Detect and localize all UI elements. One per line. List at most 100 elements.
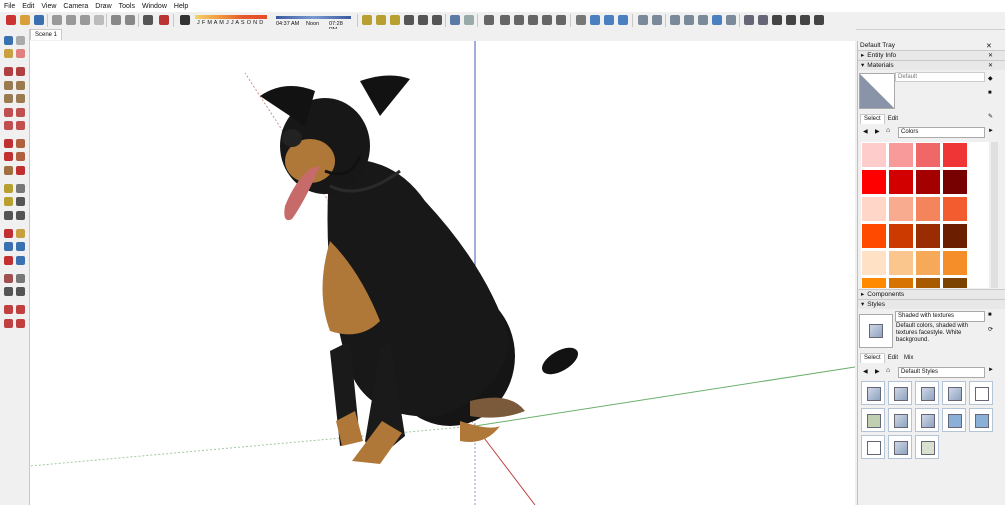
3d-text-tool-icon[interactable] bbox=[16, 211, 25, 220]
color-swatch[interactable] bbox=[861, 277, 887, 288]
color-swatch[interactable] bbox=[888, 277, 914, 288]
style-thumb[interactable] bbox=[915, 408, 939, 432]
print-icon[interactable] bbox=[143, 15, 153, 25]
zoom-tool-icon[interactable] bbox=[4, 242, 13, 251]
color-swatch[interactable] bbox=[915, 169, 941, 195]
house-icon[interactable] bbox=[786, 15, 796, 25]
xray-icon[interactable] bbox=[638, 15, 648, 25]
entity-info-header[interactable]: ▸ Entity Info bbox=[858, 50, 1005, 60]
back-arrow-icon[interactable]: ◀ bbox=[863, 128, 868, 135]
wireframe-icon[interactable] bbox=[670, 15, 680, 25]
zoom-extents-icon[interactable] bbox=[618, 15, 628, 25]
color-swatch[interactable] bbox=[888, 196, 914, 222]
view-back-icon[interactable] bbox=[542, 15, 552, 25]
pan-tool-icon[interactable] bbox=[16, 229, 25, 238]
color-swatch[interactable] bbox=[915, 142, 941, 168]
warehouse-icon[interactable] bbox=[744, 15, 754, 25]
tab-style-select[interactable]: Select bbox=[860, 353, 885, 363]
forward-arrow-icon[interactable]: ▶ bbox=[875, 368, 880, 375]
color-swatch[interactable] bbox=[915, 196, 941, 222]
extension-icon[interactable] bbox=[814, 15, 824, 25]
axes-tool-icon[interactable] bbox=[4, 211, 13, 220]
style-thumb[interactable] bbox=[969, 408, 993, 432]
redo-icon[interactable] bbox=[125, 15, 135, 25]
color-swatch[interactable] bbox=[942, 277, 968, 288]
new-file-icon[interactable] bbox=[6, 15, 16, 25]
circle-icon[interactable] bbox=[4, 94, 13, 103]
styles-header[interactable]: ▾ Styles bbox=[858, 299, 1005, 309]
push-pull-icon[interactable] bbox=[16, 139, 25, 148]
layers-icon[interactable] bbox=[758, 15, 768, 25]
color-swatch[interactable] bbox=[861, 169, 887, 195]
protractor-icon[interactable] bbox=[390, 15, 400, 25]
style-thumb[interactable] bbox=[888, 408, 912, 432]
color-swatch[interactable] bbox=[861, 250, 887, 276]
previous-view-icon[interactable] bbox=[16, 256, 25, 265]
color-swatch[interactable] bbox=[915, 277, 941, 288]
menu-draw[interactable]: Draw bbox=[95, 3, 111, 10]
3d-text-icon[interactable] bbox=[432, 15, 442, 25]
close-icon[interactable]: ✕ bbox=[988, 52, 993, 59]
freehand-icon[interactable] bbox=[16, 67, 25, 76]
walk-icon[interactable] bbox=[4, 287, 13, 296]
menu-window[interactable]: Window bbox=[142, 3, 167, 10]
style-thumb[interactable] bbox=[942, 381, 966, 405]
monochrome-icon[interactable] bbox=[726, 15, 736, 25]
material-name-field[interactable]: Default bbox=[895, 72, 985, 82]
line-icon[interactable] bbox=[4, 67, 13, 76]
move-icon[interactable] bbox=[4, 139, 13, 148]
dog-model[interactable] bbox=[260, 75, 582, 464]
view-right-icon[interactable] bbox=[528, 15, 538, 25]
share-model-icon[interactable] bbox=[16, 305, 25, 314]
rotate-icon[interactable] bbox=[4, 152, 13, 161]
update-style-icon[interactable]: ⟳ bbox=[988, 326, 993, 333]
look-around-icon[interactable] bbox=[16, 274, 25, 283]
home-icon[interactable] bbox=[772, 15, 782, 25]
dimension-icon[interactable] bbox=[376, 15, 386, 25]
home-icon[interactable]: ⌂ bbox=[886, 367, 890, 374]
tab-style-edit[interactable]: Edit bbox=[885, 354, 901, 363]
close-icon[interactable]: ✕ bbox=[988, 62, 993, 69]
style-thumb[interactable] bbox=[861, 435, 885, 459]
2pt-arc-icon[interactable] bbox=[16, 108, 25, 117]
color-swatch[interactable] bbox=[942, 169, 968, 195]
shaded-icon[interactable] bbox=[698, 15, 708, 25]
color-swatch[interactable] bbox=[888, 169, 914, 195]
menu-edit[interactable]: Edit bbox=[22, 3, 34, 10]
library-dropdown[interactable]: Colors bbox=[898, 127, 985, 138]
copy-icon[interactable] bbox=[66, 15, 76, 25]
style-thumb[interactable] bbox=[888, 381, 912, 405]
color-swatch[interactable] bbox=[942, 223, 968, 249]
date-slider[interactable]: J F M A M J J A S O N D bbox=[195, 13, 267, 29]
section-fill-icon[interactable] bbox=[464, 15, 474, 25]
style-details-icon[interactable]: ► bbox=[988, 367, 994, 373]
shadow-toggle-icon[interactable] bbox=[180, 15, 190, 25]
save-icon[interactable] bbox=[34, 15, 44, 25]
color-swatch[interactable] bbox=[915, 250, 941, 276]
create-style-icon[interactable]: ■ bbox=[988, 312, 992, 318]
materials-header[interactable]: ▾ Materials bbox=[858, 60, 1005, 70]
drawing-viewport[interactable] bbox=[30, 41, 855, 505]
building-icon[interactable] bbox=[800, 15, 810, 25]
view-iso-icon[interactable] bbox=[484, 15, 494, 25]
axes-icon[interactable] bbox=[418, 15, 428, 25]
3pt-arc-icon[interactable] bbox=[4, 121, 13, 130]
undo-icon[interactable] bbox=[111, 15, 121, 25]
tape-measure-icon[interactable] bbox=[4, 184, 13, 193]
style-thumb[interactable] bbox=[915, 381, 939, 405]
time-slider[interactable]: 04:37 AM Noon 07:28 PM bbox=[276, 13, 351, 33]
color-swatch[interactable] bbox=[888, 250, 914, 276]
paint-bucket-icon[interactable] bbox=[4, 49, 13, 58]
color-swatch[interactable] bbox=[942, 250, 968, 276]
shaded-textures-icon[interactable] bbox=[712, 15, 722, 25]
zoom-icon[interactable] bbox=[604, 15, 614, 25]
hidden-line-icon[interactable] bbox=[684, 15, 694, 25]
menu-camera[interactable]: Camera bbox=[63, 3, 88, 10]
warehouse-tool-icon[interactable] bbox=[4, 305, 13, 314]
menu-view[interactable]: View bbox=[41, 3, 56, 10]
style-thumb[interactable] bbox=[861, 381, 885, 405]
style-library-dropdown[interactable]: Default Styles bbox=[898, 367, 985, 378]
cut-icon[interactable] bbox=[52, 15, 62, 25]
color-swatch[interactable] bbox=[888, 223, 914, 249]
color-swatch[interactable] bbox=[942, 196, 968, 222]
